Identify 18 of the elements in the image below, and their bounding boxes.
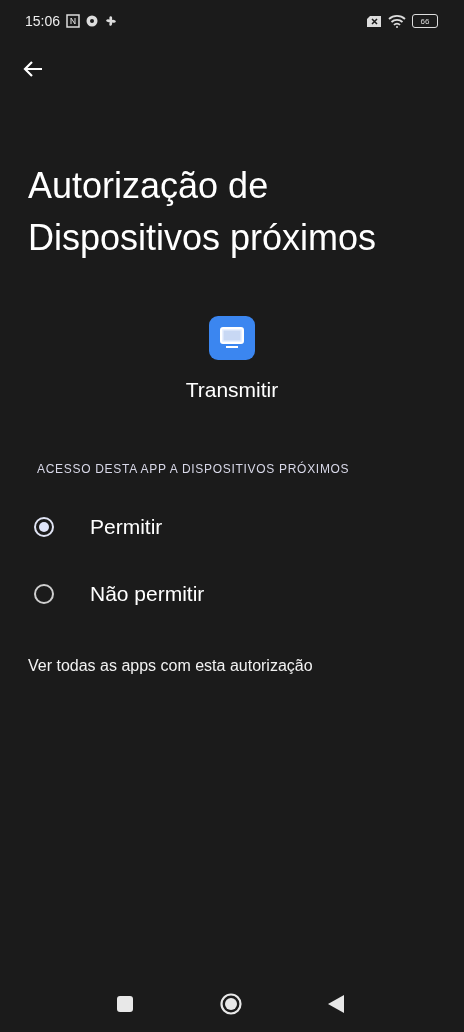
section-header: ACESSO DESTA APP A DISPOSITIVOS PRÓXIMOS bbox=[37, 462, 351, 476]
status-time: 15:06 bbox=[25, 13, 61, 29]
back-arrow-icon[interactable] bbox=[23, 60, 43, 78]
option-label[interactable]: Permitir bbox=[90, 514, 163, 539]
radio-button[interactable] bbox=[34, 583, 54, 604]
radio-button[interactable] bbox=[34, 516, 54, 537]
app-name: Transmitir bbox=[185, 378, 279, 402]
nfc-icon bbox=[66, 14, 81, 28]
home-icon[interactable] bbox=[219, 993, 242, 1015]
view-all-apps-link[interactable]: Ver todas as apps com esta autorização bbox=[28, 657, 313, 675]
back-icon[interactable] bbox=[328, 995, 344, 1013]
wifi-icon bbox=[388, 14, 406, 28]
browser-icon bbox=[86, 15, 99, 27]
page-title: Autorização de Dispositivos próximos bbox=[28, 164, 378, 260]
app-icon bbox=[209, 316, 255, 360]
battery-indicator: 66 bbox=[412, 14, 438, 28]
no-sim-icon bbox=[366, 14, 382, 28]
option-label[interactable]: Não permitir bbox=[90, 581, 205, 606]
